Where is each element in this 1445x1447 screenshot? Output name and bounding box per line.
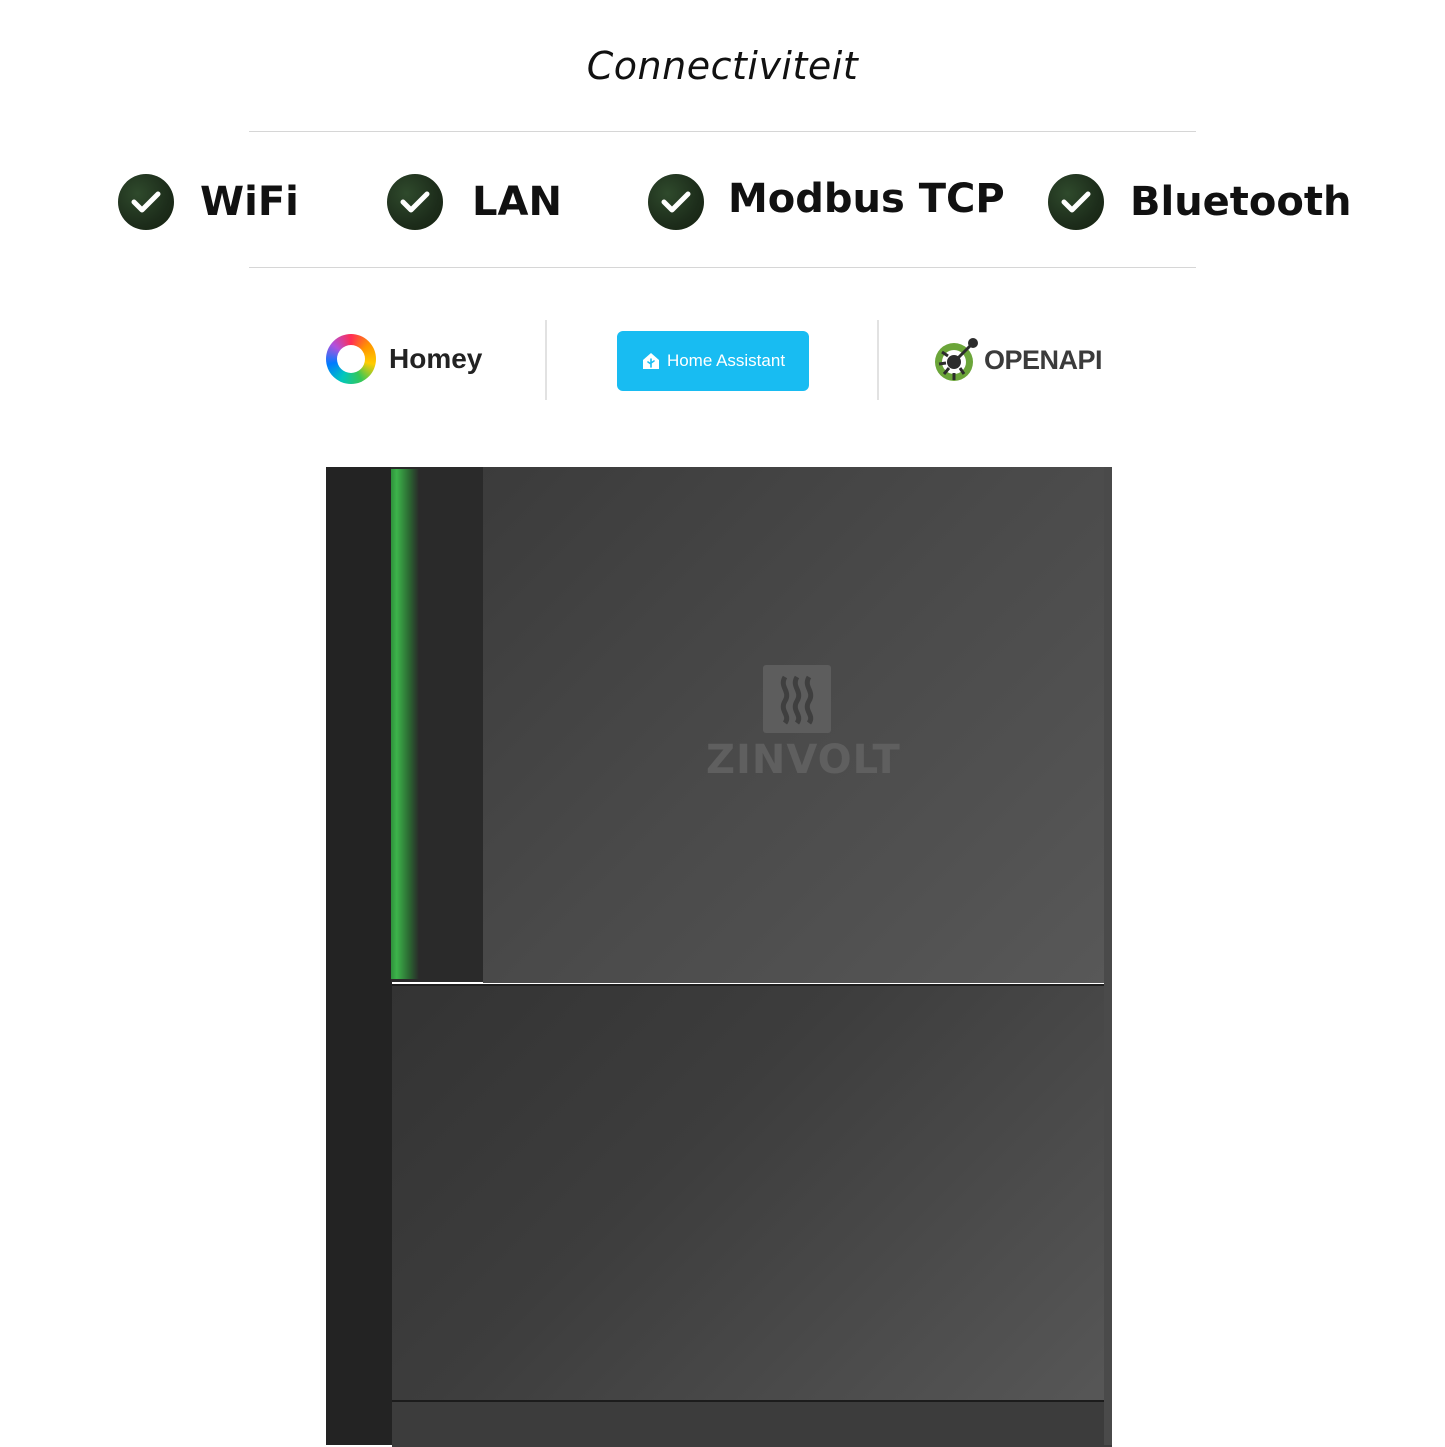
openapi-label: OPENAPI [984,344,1103,375]
section-heading: Connectiviteit [586,44,859,88]
check-circle-icon [118,174,174,230]
brand-separator [545,320,547,400]
homey-label: Homey [389,343,483,374]
brand-wordmark: ZINVOLT [706,737,901,783]
feature-modbus-tcp: Modbus TCP [648,172,1005,232]
feature-lan: LAN [387,172,562,232]
divider-bottom [249,267,1196,268]
feature-label: Bluetooth [1130,179,1352,225]
feature-label: Modbus TCP [728,176,1005,222]
status-led-strip [391,469,419,979]
divider-top [249,131,1196,132]
homey-ring-logo [326,334,376,384]
brand-separator [877,320,879,400]
device-edge [1104,467,1112,1445]
device-side-panel [326,467,392,1445]
battery-device: ZINVOLT [326,467,1112,1447]
openapi-logo [935,338,978,381]
home-assistant-badge: Home Assistant [617,331,809,391]
check-circle-icon [1048,174,1104,230]
check-circle-icon [387,174,443,230]
openapi-brand: OPENAPI [934,336,1103,384]
feature-label: LAN [472,179,562,225]
device-battery-module [392,984,1112,1402]
check-circle-icon [648,174,704,230]
homey-brand: Homey [326,334,482,384]
home-assistant-label: Home Assistant [666,351,786,370]
device-bottom-module [392,1400,1112,1447]
feature-label: WiFi [200,179,299,225]
home-assistant-house-logo [642,353,659,369]
feature-wifi: WiFi [118,172,299,232]
feature-bluetooth: Bluetooth [1048,172,1351,232]
zinvolt-logo-icon [763,665,831,733]
